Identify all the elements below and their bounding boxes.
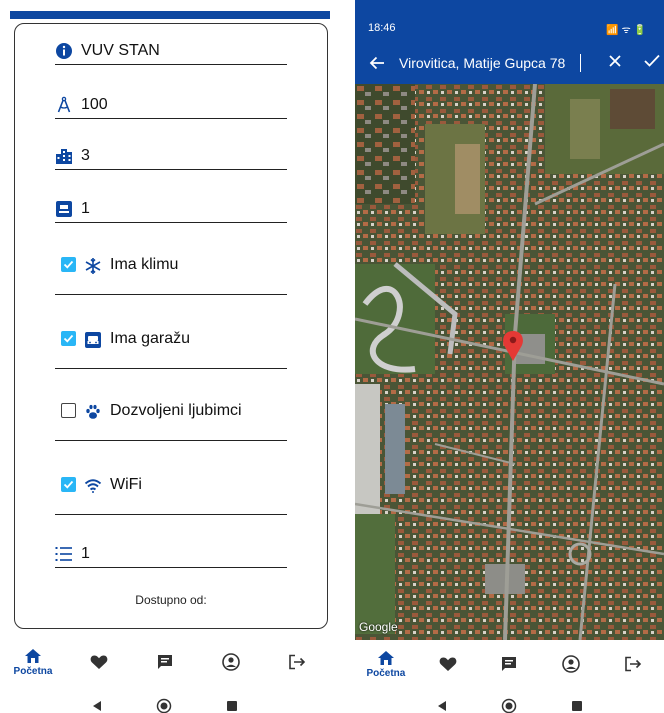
- paw-icon: [84, 403, 102, 421]
- chat-icon: [158, 655, 172, 669]
- ac-checkbox-row[interactable]: Ima klimu: [55, 257, 287, 295]
- snowflake-icon: [84, 257, 102, 275]
- satellite-map[interactable]: Google: [355, 84, 664, 640]
- list-icon: [55, 545, 73, 563]
- nav-messages[interactable]: [140, 654, 190, 670]
- recents-square-icon[interactable]: [226, 700, 238, 712]
- pets-label: Dozvoljeni ljubimci: [110, 402, 242, 419]
- back-triangle-icon[interactable]: [92, 700, 102, 712]
- bottom-navigation: Početna: [0, 638, 330, 686]
- wifi-checkbox-row[interactable]: WiFi: [55, 477, 287, 515]
- nav-logout[interactable]: [272, 654, 322, 670]
- clear-icon[interactable]: [608, 54, 622, 73]
- map-attribution: Google: [359, 620, 398, 634]
- back-arrow-icon[interactable]: [355, 56, 399, 70]
- door-icon: [55, 200, 73, 218]
- area-field[interactable]: 100: [55, 89, 287, 119]
- map-picker-screen: 18:46 📶 ᯤ 🔋 Virovitica, Matije Gupca 78: [355, 0, 664, 713]
- text-cursor: [580, 54, 581, 72]
- heart-icon: [439, 657, 457, 671]
- home-icon: [25, 648, 41, 663]
- ac-checkbox[interactable]: [61, 257, 76, 272]
- available-from-label: Dostupno od:: [135, 593, 207, 607]
- pets-checkbox-row[interactable]: Dozvoljeni ljubimci: [55, 403, 287, 441]
- info-icon: [55, 42, 73, 60]
- system-navigation: [0, 691, 330, 713]
- garage-checkbox[interactable]: [61, 331, 76, 346]
- rooms-field[interactable]: 1: [55, 193, 287, 223]
- home-icon: [377, 650, 394, 665]
- app-bar-strip: [10, 11, 330, 19]
- logout-icon: [625, 656, 642, 672]
- nav-logout[interactable]: [608, 656, 658, 672]
- system-navigation: [355, 691, 664, 713]
- nav-profile[interactable]: [546, 655, 596, 673]
- floor-field[interactable]: 3: [55, 140, 287, 170]
- nav-home[interactable]: Početna: [361, 650, 411, 679]
- garage-icon: [84, 331, 102, 349]
- map-imagery: [355, 84, 664, 640]
- pets-checkbox[interactable]: [61, 403, 76, 418]
- form-screen: VUV STAN 100 3 1 Ima klimu Ima garažu Do…: [0, 0, 330, 713]
- wifi-label: WiFi: [110, 476, 142, 493]
- nav-favorites[interactable]: [74, 654, 124, 670]
- garage-checkbox-row[interactable]: Ima garažu: [55, 331, 287, 369]
- account-icon: [562, 655, 581, 673]
- wifi-icon: [84, 477, 102, 495]
- name-value: VUV STAN: [81, 42, 160, 59]
- rooms-value: 1: [81, 200, 90, 217]
- search-input[interactable]: Virovitica, Matije Gupca 78: [399, 55, 579, 71]
- place-search-bar: Virovitica, Matije Gupca 78: [355, 42, 664, 84]
- wifi-checkbox[interactable]: [61, 477, 76, 492]
- heart-icon: [90, 655, 108, 669]
- nav-profile[interactable]: [206, 653, 256, 671]
- home-circle-icon[interactable]: [501, 698, 517, 713]
- recents-square-icon[interactable]: [571, 700, 583, 712]
- nav-home-label: Početna: [13, 665, 53, 677]
- ac-label: Ima klimu: [110, 256, 179, 273]
- status-time: 18:46: [368, 22, 396, 34]
- bottom-navigation-map: Početna: [355, 640, 664, 688]
- area-value: 100: [81, 96, 108, 113]
- list-field[interactable]: 1: [55, 538, 287, 568]
- name-field[interactable]: VUV STAN: [55, 35, 287, 65]
- compass-icon: [55, 96, 73, 114]
- account-icon: [222, 653, 240, 671]
- nav-messages[interactable]: [484, 656, 534, 672]
- status-indicators: 📶 ᯤ 🔋: [606, 25, 646, 36]
- nav-home[interactable]: Početna: [8, 648, 58, 677]
- confirm-check-icon[interactable]: [644, 54, 660, 73]
- nav-favorites[interactable]: [423, 656, 473, 672]
- list-value: 1: [81, 545, 90, 562]
- logout-icon: [289, 654, 306, 670]
- status-bar: 18:46 📶 ᯤ 🔋: [355, 0, 664, 42]
- home-circle-icon[interactable]: [156, 698, 172, 713]
- chat-icon: [502, 657, 517, 671]
- floor-value: 3: [81, 147, 90, 164]
- garage-label: Ima garažu: [110, 330, 191, 347]
- nav-home-label: Početna: [366, 667, 406, 679]
- back-triangle-icon[interactable]: [437, 700, 447, 712]
- building-icon: [55, 147, 73, 165]
